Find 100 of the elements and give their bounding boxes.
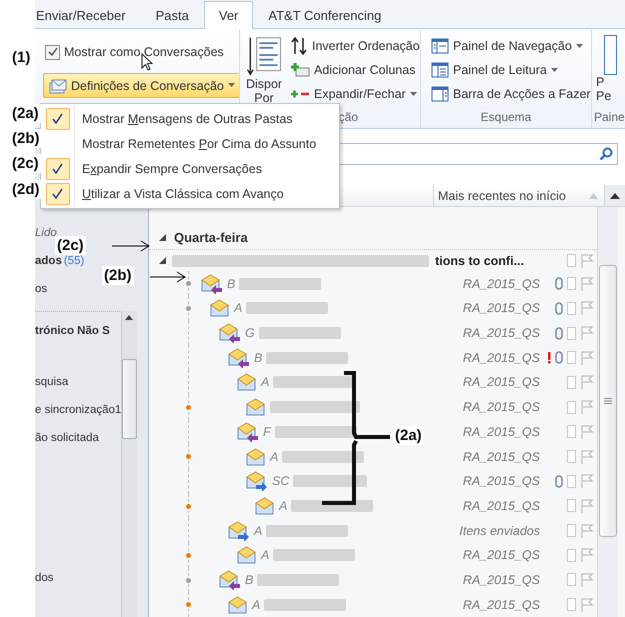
folder-item[interactable]: ão solicitada <box>35 424 99 452</box>
folder-name: RA_2015_QS <box>462 301 540 316</box>
menu-item[interactable]: Expandir Sempre Conversações <box>41 156 339 181</box>
flag-icon <box>580 522 594 539</box>
flag-icon <box>580 473 594 490</box>
show-as-conversations-checkbox[interactable]: Mostrar como Conversações <box>43 41 239 63</box>
conversation-subject[interactable]: tions to confi... <box>435 254 524 268</box>
group-label: Esquema <box>480 110 532 126</box>
reply-envelope-icon <box>219 323 241 344</box>
sender-initial: G <box>245 326 255 340</box>
category-box[interactable] <box>567 524 576 538</box>
ribbon-button[interactable]: Painel de Leitura <box>429 59 591 81</box>
folder-item[interactable]: Lido <box>35 219 57 247</box>
folder-name: RA_2015_QS <box>462 498 540 513</box>
ribbon-button[interactable]: Inverter Ordenação <box>288 35 420 57</box>
flag-icon <box>580 350 594 366</box>
envelopes-icon <box>49 78 67 94</box>
caret-icon <box>410 92 417 96</box>
ribbon-button[interactable]: Painel de Navegação <box>429 35 591 57</box>
forward-envelope-icon <box>246 471 268 492</box>
check-icon <box>52 113 63 124</box>
message-row[interactable]: B RA_2015_QS <box>149 345 597 370</box>
category-box[interactable] <box>567 254 576 268</box>
collapse-triangle-icon <box>159 234 166 242</box>
message-row[interactable]: B RA_2015_QS <box>149 568 597 592</box>
annotation-arrow <box>112 240 150 252</box>
scrollbar[interactable] <box>121 311 137 617</box>
scrollbar[interactable] <box>597 207 618 617</box>
message-row[interactable]: A RA_2015_QS <box>149 444 597 469</box>
flag-icon <box>580 572 594 588</box>
message-row[interactable]: A RA_2015_QS <box>149 296 597 321</box>
group-label: Paine <box>593 110 625 126</box>
envelope-icon <box>255 496 275 515</box>
envelope-icon <box>237 373 257 392</box>
folder-name: RA_2015_QS <box>462 375 540 390</box>
ribbon-tab[interactable]: AT&T Conferencing <box>253 1 396 28</box>
category-box[interactable] <box>567 400 576 414</box>
flag-icon <box>580 547 594 564</box>
sender-initial: A <box>234 301 242 316</box>
category-box[interactable] <box>567 351 576 364</box>
paperclip-icon <box>555 326 563 340</box>
annotation-arrow <box>150 271 186 283</box>
category-box[interactable] <box>567 302 576 315</box>
menu-item[interactable]: Utilizar a Vista Clássica com Avanço <box>41 181 339 206</box>
annotation-label: (2c) <box>10 154 41 173</box>
annotation-label: (2a) <box>393 426 424 445</box>
folder-item[interactable]: os <box>35 275 48 303</box>
annotation-label: (2c) <box>55 236 86 255</box>
message-row[interactable]: SC RA_2015_QS <box>149 468 597 494</box>
grip-icon <box>604 398 612 404</box>
category-box[interactable] <box>567 376 576 389</box>
folder-name: RA_2015_QS <box>462 276 540 291</box>
folder-heading[interactable]: trónico Não S <box>35 318 120 344</box>
category-box[interactable] <box>567 598 576 612</box>
category-box[interactable] <box>567 573 576 586</box>
ribbon-button[interactable]: Expandir/Fechar <box>288 83 420 105</box>
message-row[interactable]: B RA_2015_QS <box>149 271 597 296</box>
ribbon-tab[interactable]: Ver <box>204 1 254 29</box>
message-row[interactable]: G RA_2015_QS <box>149 320 597 346</box>
category-box[interactable] <box>567 326 576 340</box>
message-row[interactable]: A RA_2015_QS <box>149 542 597 568</box>
folder-item[interactable]: e sincronização1 <box>35 396 122 424</box>
category-box[interactable] <box>567 499 576 512</box>
folder-item[interactable]: squisa <box>35 368 68 396</box>
pane-layout-icon <box>431 62 449 78</box>
ribbon-tab[interactable]: Enviar/Receber <box>35 1 141 28</box>
folder-name: RA_2015_QS <box>462 424 540 439</box>
envelope-icon <box>246 398 266 416</box>
message-row[interactable]: A RA_2015_QS <box>149 370 597 395</box>
message-row[interactable]: A RA_2015_QS <box>149 592 597 617</box>
ribbon-tab[interactable]: Pasta <box>140 1 204 28</box>
category-box[interactable] <box>567 548 576 562</box>
scroll-thumb[interactable] <box>122 359 137 439</box>
category-box[interactable] <box>567 450 576 464</box>
folder-item[interactable]: dos <box>35 564 54 592</box>
check-icon <box>52 188 63 199</box>
sender-initial: B <box>227 276 236 291</box>
message-row[interactable]: A RA_2015_QS <box>149 494 597 518</box>
ribbon-button[interactable]: Adicionar Colunas <box>288 59 420 81</box>
people-pane-button[interactable]: P Pe <box>596 35 625 110</box>
arrange-list-icon <box>244 35 284 77</box>
sender-initial: A <box>270 450 278 464</box>
paperclip-icon <box>555 351 563 364</box>
category-box[interactable] <box>567 425 576 438</box>
ribbon-button[interactable]: Barra de Acções a Fazer <box>429 83 591 105</box>
collapse-triangle-icon <box>159 257 166 264</box>
conversation-settings-button[interactable]: Definições de Conversação <box>43 73 239 98</box>
sort-up-icon <box>589 192 598 198</box>
category-box[interactable] <box>567 277 576 290</box>
pane-layout-icon <box>431 38 449 54</box>
scroll-up-button[interactable] <box>604 185 625 206</box>
paperclip-icon <box>555 277 563 290</box>
category-box[interactable] <box>567 474 576 488</box>
caret-icon <box>228 83 235 88</box>
annotation-label: (2a) <box>10 104 41 123</box>
folder-name: RA_2015_QS <box>462 400 540 414</box>
scroll-thumb[interactable] <box>599 265 617 537</box>
date-group-header[interactable]: Quarta-feira <box>149 226 597 250</box>
message-row[interactable]: A Itens enviados <box>149 518 597 543</box>
message-row[interactable]: RA_2015_QS <box>149 394 597 420</box>
